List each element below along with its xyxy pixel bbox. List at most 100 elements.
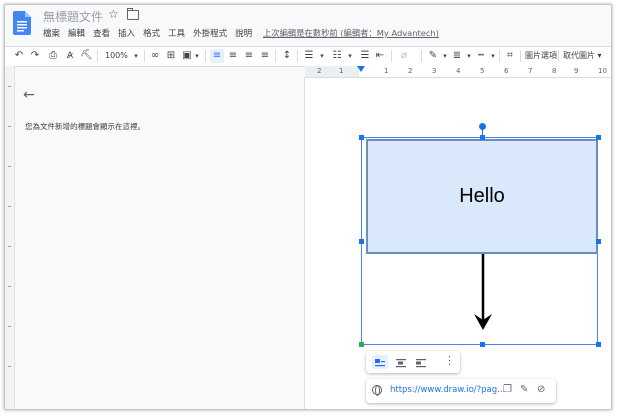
- link-preview-bar: https://www.draw.io/?pag... ❐ ✎ ⊘: [366, 379, 556, 403]
- ruler-number: 9: [574, 67, 579, 75]
- inline-wrap-button[interactable]: [372, 355, 388, 369]
- resize-handle[interactable]: [596, 342, 601, 347]
- zoom-chevron-down-icon[interactable]: ▾: [132, 49, 140, 63]
- insert-image-icon[interactable]: ▣: [181, 49, 193, 63]
- image-options-button[interactable]: 圖片選項: [525, 49, 557, 63]
- star-icon[interactable]: ☆: [108, 7, 119, 21]
- border-weight-chevron-down-icon[interactable]: ▾: [465, 49, 473, 63]
- more-options-icon[interactable]: ⋮: [444, 354, 455, 367]
- globe-icon: [372, 385, 382, 396]
- resize-handle[interactable]: [359, 342, 364, 347]
- crop-icon[interactable]: ⌗: [504, 49, 516, 63]
- ruler-number: 4: [456, 67, 461, 75]
- border-color-icon[interactable]: ✎: [427, 49, 439, 63]
- link-icon[interactable]: ∞: [149, 49, 161, 63]
- replace-image-label: 取代圖片: [563, 51, 595, 60]
- print-icon[interactable]: ⎙: [47, 49, 59, 63]
- ruler-number: 5: [480, 67, 485, 75]
- menu-help[interactable]: 說明: [235, 27, 252, 39]
- clear-formatting-icon[interactable]: ⌀: [397, 49, 411, 63]
- ruler-tick: [8, 86, 11, 87]
- toolbar-divider: [144, 50, 145, 62]
- ruler-number: 6: [504, 67, 509, 75]
- align-justify-icon[interactable]: ≡: [259, 49, 271, 63]
- toolbar-divider: [499, 50, 500, 62]
- ruler-tick: [8, 366, 11, 367]
- break-text-button[interactable]: [413, 355, 429, 369]
- ruler-number: 1: [339, 67, 344, 75]
- resize-handle[interactable]: [596, 135, 601, 140]
- app-window: 無標題文件 ☆ 檔案 編輯 查看 插入 格式 工具 外掛程式 說明 上次編輯是在…: [4, 4, 612, 410]
- ruler-number: 3: [432, 67, 437, 75]
- vertical-ruler: [5, 66, 15, 409]
- replace-image-button[interactable]: 取代圖片 ▾: [563, 49, 602, 63]
- menu-view[interactable]: 查看: [93, 27, 110, 39]
- border-color-chevron-down-icon[interactable]: ▾: [441, 49, 449, 63]
- ruler-margin: [305, 66, 359, 77]
- docs-logo-icon[interactable]: [13, 11, 31, 35]
- add-comment-icon[interactable]: ⊞: [165, 49, 177, 63]
- border-weight-icon[interactable]: ≣: [451, 49, 463, 63]
- edit-link-icon[interactable]: ✎: [520, 384, 528, 395]
- menu-format[interactable]: 格式: [143, 27, 160, 39]
- checklist-chevron-down-icon[interactable]: ▾: [318, 49, 326, 63]
- align-left-icon[interactable]: ≡: [210, 49, 224, 63]
- link-url[interactable]: https://www.draw.io/?pag...: [390, 385, 505, 395]
- spellcheck-icon[interactable]: A̷: [64, 49, 76, 63]
- remove-link-icon[interactable]: ⊘: [537, 384, 545, 395]
- ruler-tick: [8, 166, 11, 167]
- image-wrap-toolbar: ⋮: [366, 351, 460, 373]
- resize-handle[interactable]: [359, 135, 364, 140]
- decrease-indent-icon[interactable]: ⇤: [374, 49, 386, 63]
- ruler-tick: [8, 286, 11, 287]
- resize-handle[interactable]: [480, 135, 485, 140]
- resize-handle[interactable]: [359, 239, 364, 244]
- hello-rectangle: Hello: [366, 139, 598, 254]
- toolbar-divider: [421, 50, 422, 62]
- menu-edit[interactable]: 編輯: [68, 27, 85, 39]
- line-spacing-icon[interactable]: ↕: [281, 49, 293, 63]
- resize-handle[interactable]: [596, 239, 601, 244]
- image-chevron-down-icon[interactable]: ▾: [193, 49, 201, 63]
- resize-handle[interactable]: [480, 342, 485, 347]
- border-dash-chevron-down-icon[interactable]: ▾: [489, 49, 497, 63]
- zoom-select[interactable]: 100%: [105, 49, 128, 63]
- copy-link-icon[interactable]: ❐: [503, 384, 512, 395]
- menu-insert[interactable]: 插入: [118, 27, 135, 39]
- redo-icon[interactable]: ↷: [29, 49, 41, 63]
- down-arrow-connector: [474, 254, 492, 330]
- paint-format-icon[interactable]: ⛏: [80, 49, 93, 63]
- align-right-icon[interactable]: ≡: [243, 49, 255, 63]
- horizontal-ruler[interactable]: 2 1 1 2 3 4 5 6 7 8 9 10: [305, 66, 611, 78]
- outline-empty-message: 您為文件新增的標題會顯示在這裡。: [25, 122, 145, 131]
- menu-bar: 檔案 編輯 查看 插入 格式 工具 外掛程式 說明: [43, 27, 252, 39]
- rotate-handle[interactable]: [479, 123, 486, 130]
- toolbar-divider: [520, 50, 521, 62]
- bulleted-list-icon[interactable]: ☷: [331, 49, 343, 63]
- toolbar-divider: [558, 50, 559, 62]
- menu-addons[interactable]: 外掛程式: [193, 27, 227, 39]
- move-folder-icon[interactable]: [127, 8, 139, 20]
- undo-icon[interactable]: ↶: [13, 49, 25, 63]
- zoom-value: 100%: [105, 51, 128, 60]
- header: 無標題文件 ☆ 檔案 編輯 查看 插入 格式 工具 外掛程式 說明 上次編輯是在…: [5, 5, 611, 45]
- menu-tools[interactable]: 工具: [168, 27, 185, 39]
- checklist-icon[interactable]: ☰: [303, 49, 315, 63]
- align-center-icon[interactable]: ≡: [227, 49, 239, 63]
- border-dash-icon[interactable]: ┅: [475, 49, 487, 63]
- toolbar-divider: [391, 50, 392, 62]
- wrap-text-button[interactable]: [393, 355, 409, 369]
- last-edit-link[interactable]: 上次編輯是在數秒前 (編輯者：My Advantech): [263, 27, 439, 39]
- menu-file[interactable]: 檔案: [43, 27, 60, 39]
- document-title[interactable]: 無標題文件: [43, 8, 103, 25]
- ruler-number: 8: [552, 67, 557, 75]
- indent-marker-icon[interactable]: [357, 66, 365, 72]
- toolbar-divider: [297, 50, 298, 62]
- ruler-tick: [8, 206, 11, 207]
- bullets-chevron-down-icon[interactable]: ▾: [346, 49, 354, 63]
- numbered-list-icon[interactable]: ☰: [359, 49, 371, 63]
- wrap-text-icon: [396, 359, 406, 368]
- back-arrow-icon[interactable]: ←: [23, 87, 35, 103]
- toolbar-divider: [97, 50, 98, 62]
- toolbar-divider: [205, 50, 206, 62]
